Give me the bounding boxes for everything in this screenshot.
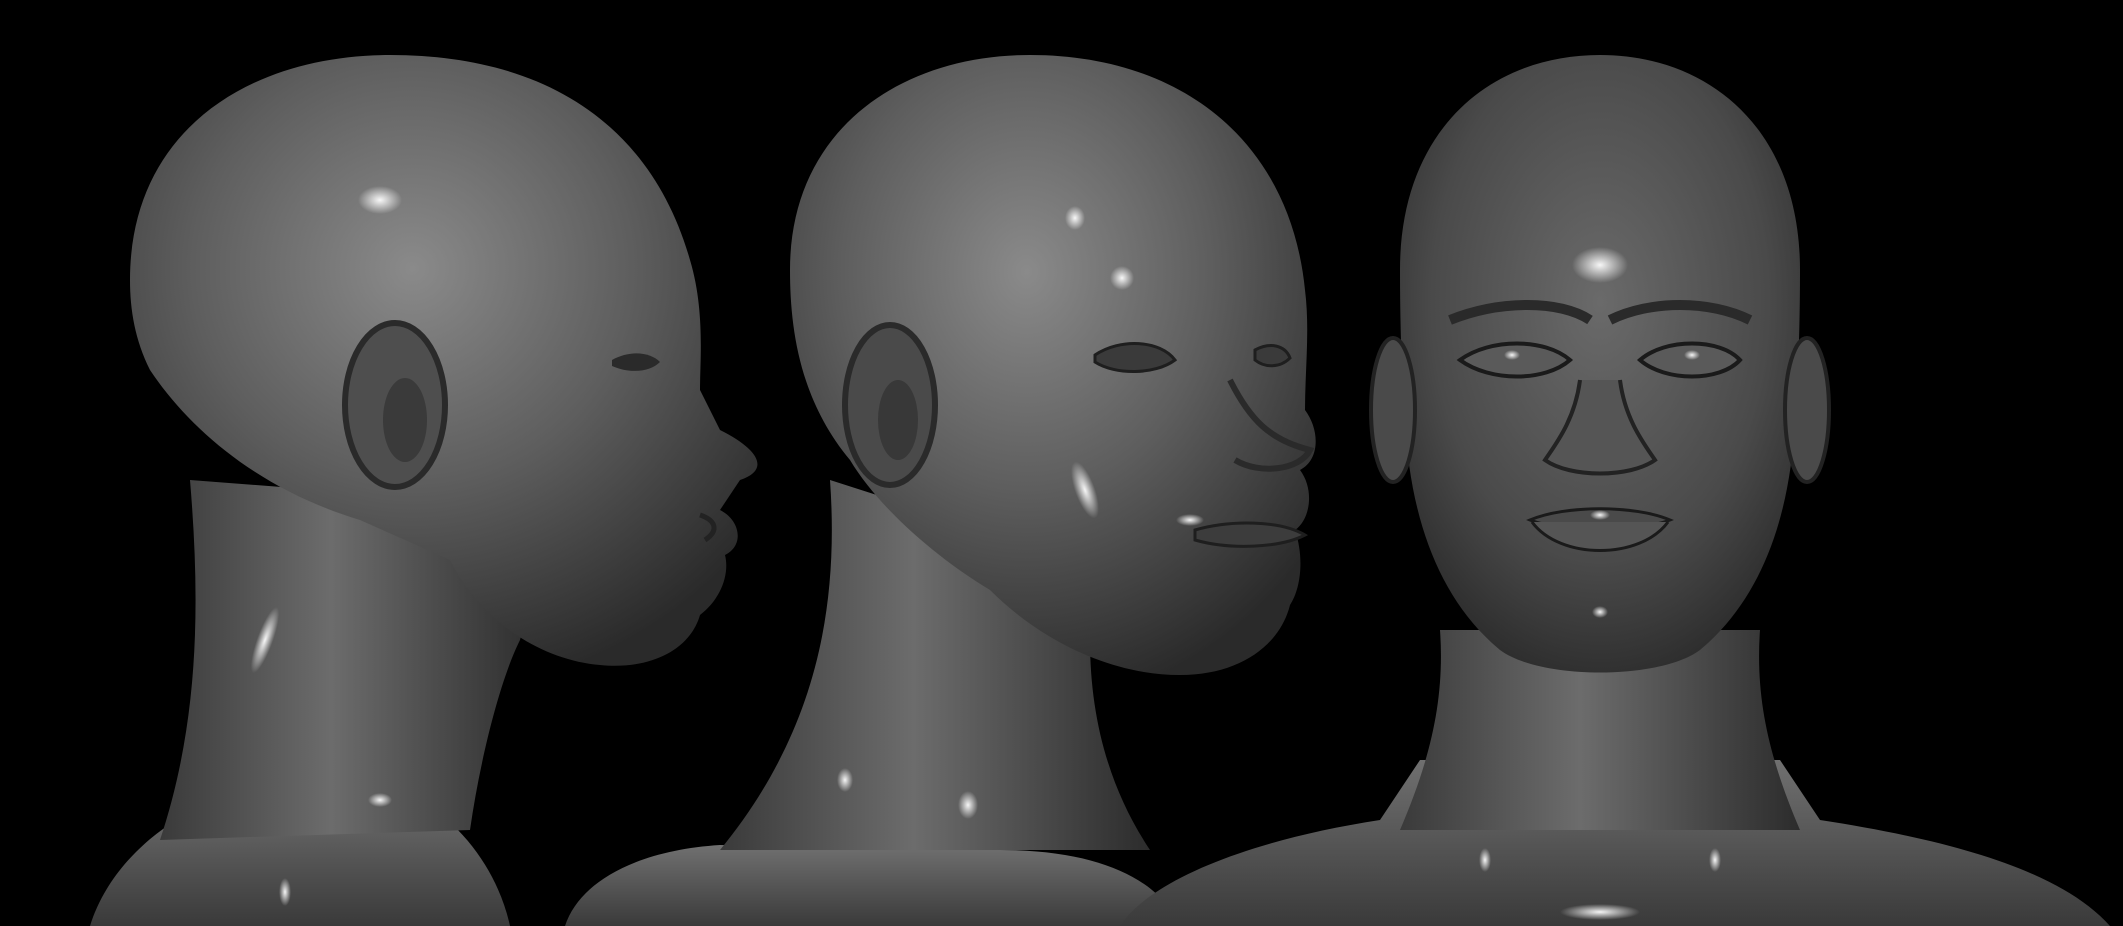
specular-highlight xyxy=(279,878,291,906)
render-viewport xyxy=(0,0,2123,926)
right-eye xyxy=(1253,344,1292,368)
specular-highlight xyxy=(1176,514,1204,526)
specular-highlight xyxy=(1504,350,1520,360)
head xyxy=(1400,55,1800,673)
specular-highlight xyxy=(1479,848,1491,872)
specular-highlight xyxy=(1709,848,1721,872)
left-ear xyxy=(1369,336,1417,484)
specular-highlight xyxy=(958,791,978,819)
specular-highlight xyxy=(837,768,853,792)
head-sculpt-render xyxy=(0,0,2123,926)
right-ear xyxy=(1783,336,1831,484)
ear-inner xyxy=(878,380,918,460)
specular-highlight xyxy=(358,186,402,214)
specular-highlight xyxy=(1592,606,1608,618)
specular-highlight xyxy=(368,793,392,807)
specular-highlight xyxy=(1065,206,1085,230)
specular-highlight xyxy=(1572,247,1628,283)
specular-highlight xyxy=(1110,266,1134,290)
ear-inner xyxy=(383,378,427,462)
specular-highlight xyxy=(1684,350,1700,360)
specular-highlight xyxy=(1590,510,1610,520)
specular-highlight xyxy=(1560,904,1640,920)
